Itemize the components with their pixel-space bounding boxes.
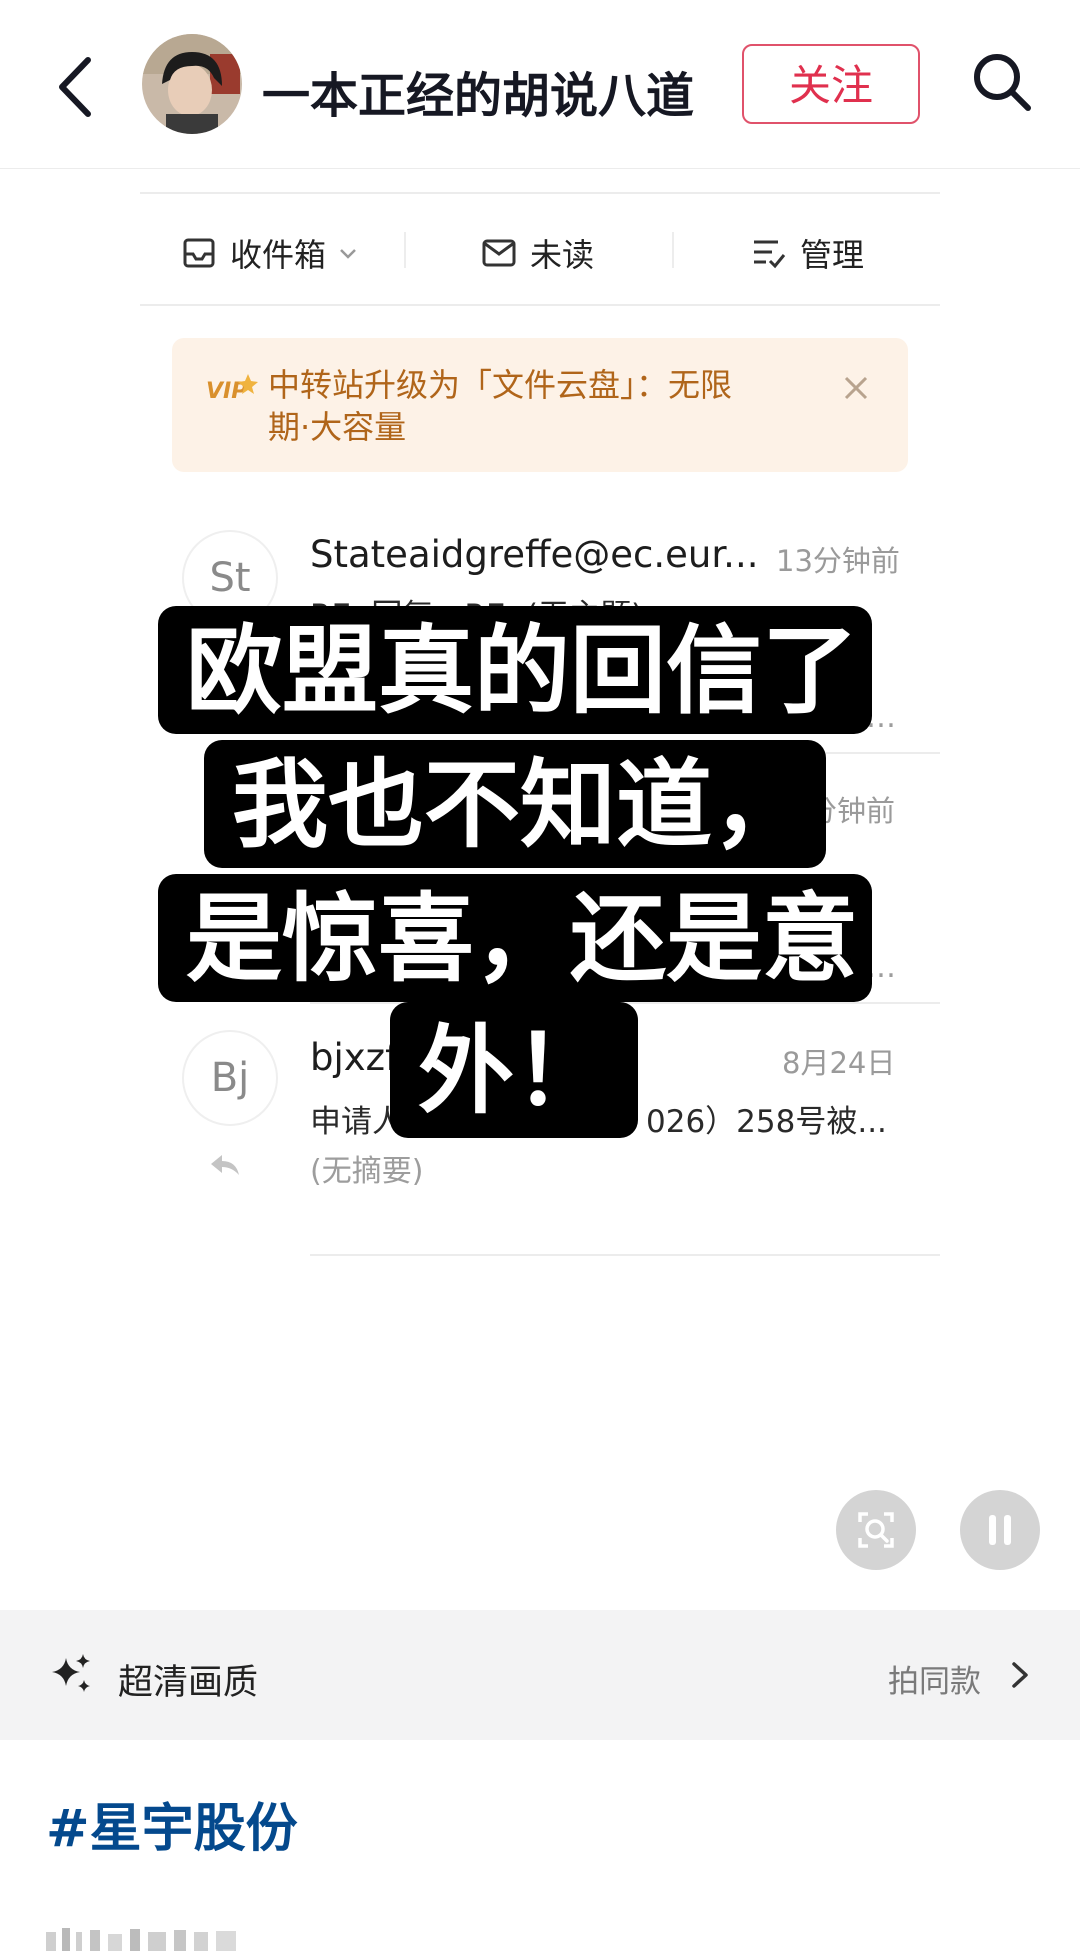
divider [310,1254,940,1256]
inbox-icon [183,238,215,268]
screen-search-button[interactable] [836,1490,916,1570]
sparkle-icon [52,1654,90,1692]
tab-manage-label: 管理 [800,236,865,274]
promo-banner[interactable]: VIP 中转站升级为「文件云盘」：无限 期·大容量 [172,338,908,472]
email-time: 13分钟前 [776,544,900,578]
banner-text: 中转站升级为「文件云盘」：无限 期·大容量 [268,364,808,448]
scan-search-icon [858,1512,894,1548]
quality-label: 超清画质 [118,1663,259,1703]
chevron-down-icon [340,249,356,259]
caption-line-4: 外！ [418,1015,610,1127]
banner-line-1: 中转站升级为「文件云盘」：无限 [268,366,733,404]
manage-list-icon [754,240,786,269]
search-icon[interactable] [970,50,1034,114]
same-style-link[interactable]: 拍同款 [888,1656,981,1701]
follow-button[interactable]: 关注 [742,44,920,124]
email-sender[interactable]: Stateaidgreffe@ec.eur... [310,533,758,576]
banner-line-2: 期·大容量 [268,408,407,446]
caption-line-3: 是惊喜，还是意 [186,883,858,995]
email-time: 8月24日 [782,1046,896,1080]
hashtag-link[interactable]: #星宇股份 [46,1786,298,1861]
close-icon[interactable] [842,374,870,402]
caption-line-2: 我也不知道， [232,749,808,861]
vip-badge-icon: VIP [206,374,258,404]
email-avatar: Bj [182,1030,278,1126]
mail-icon [482,239,516,267]
pause-button[interactable] [960,1490,1040,1570]
divider [404,232,406,268]
reply-icon [211,1155,239,1175]
author-avatar[interactable] [142,34,242,134]
quality-bar[interactable]: 超清画质 拍同款 [0,1610,1080,1740]
tab-manage[interactable]: 管理 [752,228,864,278]
divider [140,192,940,194]
email-subject-right: 026）258号被... [646,1104,887,1140]
tab-inbox[interactable]: 收件箱 [182,228,374,278]
tab-unread-label: 未读 [530,236,595,274]
top-bar: 一本正经的胡说八道 关注 [0,0,1080,169]
email-summary: (无摘要) [310,1154,424,1189]
tab-inbox-label: 收件箱 [230,236,327,274]
email-sender[interactable]: bjxzf [310,1036,398,1079]
truncated-text-fragment [46,1928,236,1951]
divider [140,304,940,306]
chevron-right-icon[interactable] [1008,1658,1032,1692]
author-name[interactable]: 一本正经的胡说八道 [262,56,694,126]
pause-icon [989,1515,1011,1545]
caption-line-1: 欧盟真的回信了 [186,615,858,727]
tab-unread[interactable]: 未读 [482,228,594,278]
back-arrow-icon[interactable] [50,52,100,122]
divider [672,232,674,268]
